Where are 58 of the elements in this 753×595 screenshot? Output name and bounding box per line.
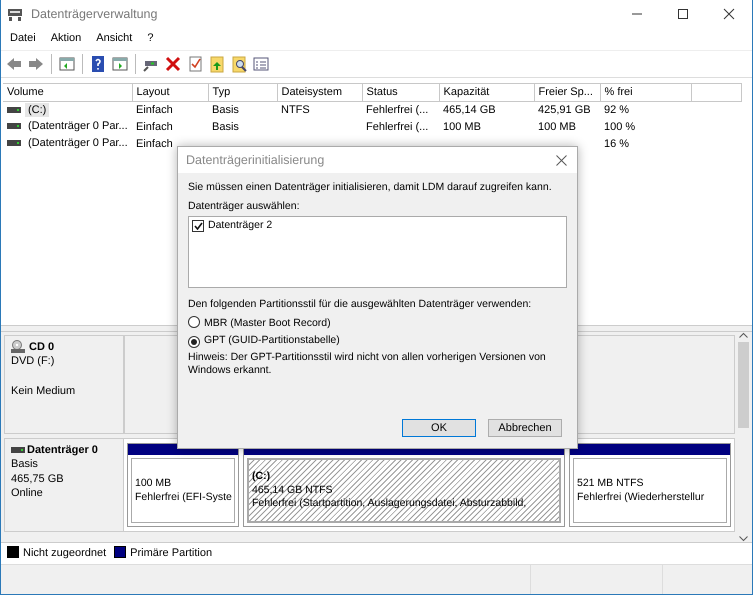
dialog-title: Datenträgerinitialisierung [186, 152, 324, 168]
table-cell: 100 MB [538, 120, 576, 133]
table-cell: NTFS [281, 104, 310, 116]
table-cell: Basis [212, 120, 239, 133]
menu-item[interactable]: Datei [3, 28, 44, 50]
table-cell: Basis [212, 104, 239, 116]
table-cell: Fehlerfrei (... [366, 120, 428, 133]
partition-info: 521 MB NTFS [577, 476, 644, 490]
dialog-button[interactable]: Abbrechen [488, 418, 562, 437]
disk-info: DVD (F:) [11, 354, 56, 369]
note-text: Hinweis: Der GPT-Partitionsstil wird nicht von allen vorherigen Versionen von Windows erkannt. [188, 350, 547, 378]
table-cell: 16 % [604, 138, 630, 150]
column-header[interactable]: Freier Sp... [534, 84, 600, 102]
disk-info: Kein Medium [11, 384, 76, 398]
column-header[interactable]: Volume [3, 84, 132, 102]
legend-label: Primäre Partition [130, 547, 212, 560]
radio-option[interactable]: GPT (GUID-Partitionstabelle) [188, 334, 567, 348]
window-title: Datenträgerverwaltung [31, 6, 158, 22]
table-cell: 425,91 GB [538, 104, 591, 116]
menu-item[interactable]: Ansicht [89, 28, 140, 50]
partition[interactable]: 521 MB NTFS Fehlerfrei (Wiederherstellur [569, 443, 731, 527]
table-cell: Fehlerfrei (... [366, 104, 428, 116]
table-cell[interactable]: (C:) [25, 102, 50, 117]
table-cell: 100 % [604, 120, 636, 133]
column-header[interactable]: Layout [132, 84, 208, 102]
dialog-button[interactable]: OK [402, 418, 476, 437]
partition-info: Fehlerfrei (EFI-Syste [135, 490, 232, 504]
menu-item[interactable]: ? [140, 28, 162, 50]
radio-option[interactable]: MBR (Master Boot Record) [188, 316, 567, 331]
table-cell: Einfach [136, 120, 173, 133]
table-cell[interactable]: (Datenträger 0 Par... [25, 136, 131, 151]
disk-name: CD 0 [29, 340, 54, 354]
menu-item[interactable]: Aktion [44, 28, 90, 50]
table-cell[interactable]: (Datenträger 0 Par... [25, 119, 131, 134]
partition-title: (C:) [252, 470, 270, 484]
column-header[interactable]: Kapazität [439, 84, 534, 102]
table-cell: Einfach [136, 104, 173, 116]
field-label: Datenträger auswählen: [188, 200, 300, 214]
disk-info: Basis [11, 457, 39, 472]
disk-name: Datenträger 0 [27, 443, 98, 458]
field-label: Den folgenden Partitionsstil für die ausgewählten Datenträger verwenden: [188, 298, 532, 312]
column-header[interactable]: Typ [208, 84, 277, 102]
table-cell: 465,14 GB [443, 104, 496, 116]
partition-info: Fehlerfrei (Startpartition, Auslagerungsdatei, Absturzabbild, [252, 497, 526, 511]
list-item[interactable]: Datenträger 2 [192, 219, 563, 233]
table-cell: 92 % [604, 104, 630, 116]
partition-info: 100 MB [135, 476, 172, 490]
dialog-message: Sie müssen einen Datenträger initialisieren, damit LDM darauf zugreifen kann. [188, 181, 553, 195]
table-cell: Einfach [136, 138, 173, 150]
column-header[interactable]: % frei [600, 84, 691, 102]
table-cell: 100 MB [443, 120, 481, 133]
partition-info: 465,14 GB NTFS [252, 484, 333, 498]
disk-info: Online [11, 486, 44, 500]
column-header[interactable]: Dateisystem [277, 84, 362, 102]
disk-info: 465,75 GB [11, 472, 65, 486]
legend-label: Nicht zugeordnet [23, 547, 106, 560]
partition-info: Fehlerfrei (Wiederherstellur [577, 490, 704, 504]
column-header[interactable]: Status [362, 84, 439, 102]
